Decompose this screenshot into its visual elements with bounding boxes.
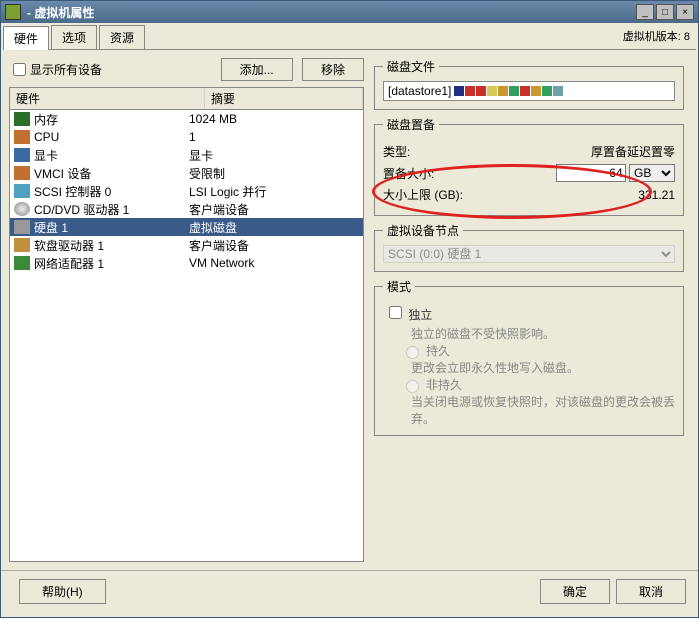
app-icon bbox=[5, 4, 21, 20]
table-row[interactable]: CD/DVD 驱动器 1客户端设备 bbox=[10, 200, 363, 218]
mode-group: 模式 独立 独立的磁盘不受快照影响。 持久 更改会立即永久性地写入磁盘。 非持久… bbox=[374, 278, 684, 436]
device-icon bbox=[14, 130, 30, 144]
device-icon bbox=[14, 148, 30, 162]
hardware-table: 硬件 摘要 内存1024 MBCPU1显卡显卡VMCI 设备受限制SCSI 控制… bbox=[9, 87, 364, 562]
close-button[interactable]: × bbox=[676, 4, 694, 20]
provision-legend: 磁盘置备 bbox=[383, 116, 439, 133]
vnode-select: SCSI (0:0) 硬盘 1 bbox=[383, 245, 675, 263]
device-icon bbox=[14, 256, 30, 270]
tab-resources[interactable]: 资源 bbox=[99, 25, 145, 49]
persistent-desc: 更改会立即永久性地写入磁盘。 bbox=[411, 359, 675, 376]
disk-provision-group: 磁盘置备 类型: 厚置备延迟置零 置备大小: GB 大小上限 (GB): bbox=[374, 116, 684, 216]
show-all-checkbox[interactable] bbox=[13, 63, 26, 76]
persistent-radio bbox=[406, 346, 419, 359]
device-icon bbox=[14, 112, 30, 126]
tab-hardware[interactable]: 硬件 bbox=[3, 26, 49, 50]
minimize-button[interactable]: _ bbox=[636, 4, 654, 20]
size-input[interactable] bbox=[556, 164, 626, 182]
virtual-node-group: 虚拟设备节点 SCSI (0:0) 硬盘 1 bbox=[374, 222, 684, 272]
mode-legend: 模式 bbox=[383, 278, 415, 295]
col-hardware[interactable]: 硬件 bbox=[10, 88, 205, 109]
ok-button[interactable]: 确定 bbox=[540, 579, 610, 604]
disk-file-legend: 磁盘文件 bbox=[383, 58, 439, 75]
table-row[interactable]: 内存1024 MB bbox=[10, 110, 363, 128]
window-title: - 虚拟机属性 bbox=[27, 4, 636, 21]
device-icon bbox=[14, 220, 30, 234]
size-unit-select[interactable]: GB bbox=[629, 164, 675, 182]
device-icon bbox=[14, 202, 30, 216]
table-row[interactable]: VMCI 设备受限制 bbox=[10, 164, 363, 182]
independent-desc: 独立的磁盘不受快照影响。 bbox=[411, 325, 675, 342]
type-value: 厚置备延迟置零 bbox=[483, 143, 675, 160]
nonpersistent-desc: 当关闭电源或恢复快照时，对该磁盘的更改会被丢弃。 bbox=[411, 393, 675, 427]
remove-button[interactable]: 移除 bbox=[302, 58, 364, 81]
table-row[interactable]: CPU1 bbox=[10, 128, 363, 146]
table-row[interactable]: 显卡显卡 bbox=[10, 146, 363, 164]
vnode-legend: 虚拟设备节点 bbox=[383, 222, 463, 239]
nonpersistent-radio bbox=[406, 380, 419, 393]
device-icon bbox=[14, 166, 30, 180]
show-all-label: 显示所有设备 bbox=[30, 61, 102, 78]
table-row[interactable]: SCSI 控制器 0LSI Logic 并行 bbox=[10, 182, 363, 200]
vm-version: 虚拟机版本: 8 bbox=[623, 28, 690, 44]
disk-file-value: [datastore1] bbox=[383, 81, 675, 101]
disk-file-group: 磁盘文件 [datastore1] bbox=[374, 58, 684, 110]
max-value: 331.21 bbox=[503, 188, 675, 202]
independent-checkbox[interactable] bbox=[389, 306, 402, 319]
max-label: 大小上限 (GB): bbox=[383, 186, 503, 203]
type-label: 类型: bbox=[383, 143, 483, 160]
device-icon bbox=[14, 238, 30, 252]
table-row[interactable]: 硬盘 1虚拟磁盘 bbox=[10, 218, 363, 236]
add-button[interactable]: 添加... bbox=[221, 58, 293, 81]
table-row[interactable]: 网络适配器 1VM Network bbox=[10, 254, 363, 272]
maximize-button[interactable]: □ bbox=[656, 4, 674, 20]
cancel-button[interactable]: 取消 bbox=[616, 579, 686, 604]
help-button[interactable]: 帮助(H) bbox=[19, 579, 106, 604]
device-icon bbox=[14, 184, 30, 198]
tab-options[interactable]: 选项 bbox=[51, 25, 97, 49]
table-row[interactable]: 软盘驱动器 1客户端设备 bbox=[10, 236, 363, 254]
size-label: 置备大小: bbox=[383, 165, 483, 182]
col-summary[interactable]: 摘要 bbox=[205, 88, 363, 109]
titlebar: - 虚拟机属性 _ □ × bbox=[1, 1, 698, 23]
tabs: 硬件 选项 资源 虚拟机版本: 8 bbox=[3, 25, 696, 50]
